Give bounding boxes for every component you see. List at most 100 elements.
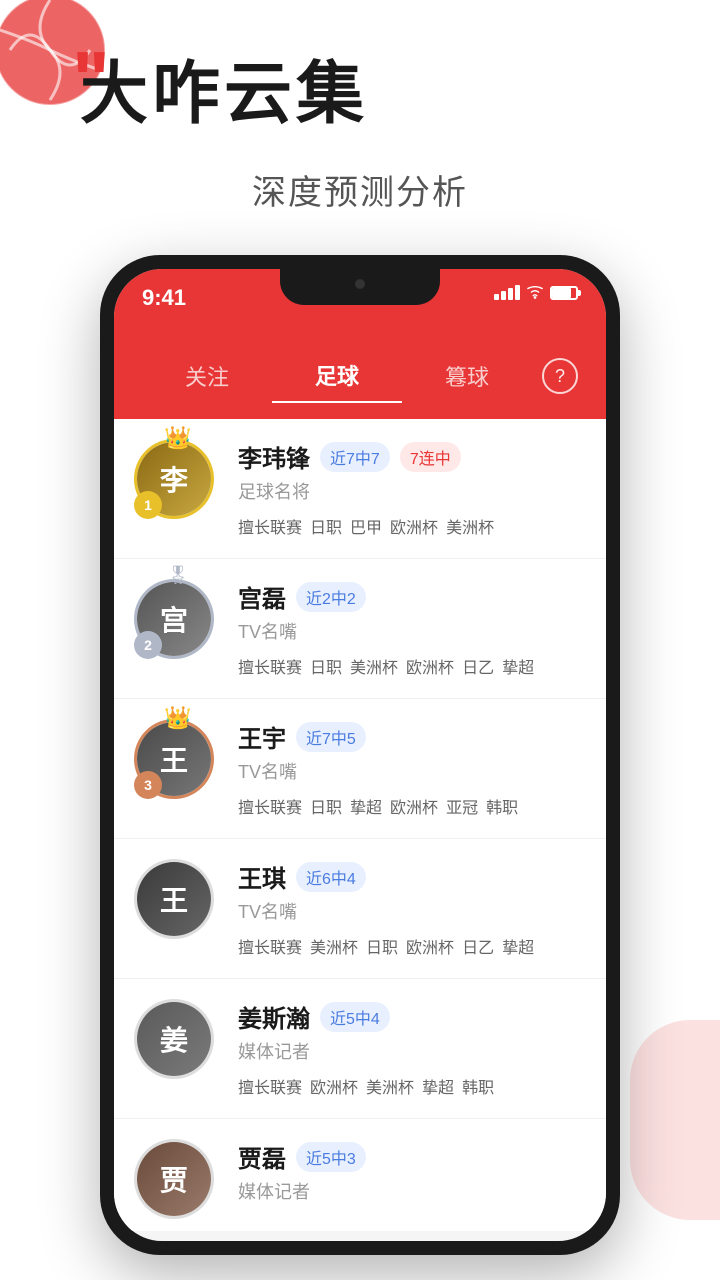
expert-tag: 7连中	[400, 442, 461, 472]
sport-tag: 美洲杯	[366, 1074, 414, 1098]
tab-follow[interactable]: 关注	[142, 350, 272, 402]
expert-info: 宫磊 近2中2 TV名嘴 擅长联赛日职美洲杯欧洲杯日乙挚超	[238, 579, 582, 678]
expert-card[interactable]: 🎖 宫 2 宫磊 近2中2 TV名嘴 擅长联赛日职美洲杯欧洲杯日乙挚超	[114, 559, 606, 699]
camera-dot	[355, 279, 365, 289]
expert-info: 王宇 近7中5 TV名嘴 擅长联赛日职挚超欧洲杯亚冠韩职	[238, 719, 582, 818]
expert-info: 王琪 近6中4 TV名嘴 擅长联赛美洲杯日职欧洲杯日乙挚超	[238, 859, 582, 958]
sport-tag: 欧洲杯	[406, 654, 454, 678]
avatar-initials: 贾	[137, 1142, 211, 1216]
sport-tag: 日乙	[462, 654, 494, 678]
expert-info: 李玮锋 近7中7 7连中 足球名将 擅长联赛日职巴甲欧洲杯美洲杯	[238, 439, 582, 538]
sport-tag: 日乙	[462, 934, 494, 958]
wifi-icon	[526, 286, 544, 300]
subtitle: 深度预测分析	[0, 165, 720, 214]
battery-icon	[550, 286, 578, 300]
sport-tag: 欧洲杯	[310, 1074, 358, 1098]
avatar-wrap: 🎖 宫 2	[134, 579, 222, 659]
avatar: 贾	[134, 1139, 214, 1219]
expert-tag: 近7中7	[320, 442, 390, 472]
phone-outer: 9:41	[100, 255, 620, 1255]
sport-tag: 挚超	[350, 794, 382, 818]
phone-mockup: 9:41	[100, 255, 620, 1255]
sport-tag: 美洲杯	[350, 654, 398, 678]
expert-title: 媒体记者	[238, 1038, 582, 1064]
bottom-decoration	[630, 1020, 720, 1220]
sport-tag: 挚超	[502, 654, 534, 678]
time-display: 9:41	[142, 283, 186, 311]
expert-card[interactable]: 姜 姜斯瀚 近5中4 媒体记者 擅长联赛欧洲杯美洲杯挚超韩职	[114, 979, 606, 1119]
avatar-image: 王	[137, 862, 211, 936]
expert-info: 贾磊 近5中3 媒体记者	[238, 1139, 582, 1214]
sport-tag: 巴甲	[350, 514, 382, 538]
sport-tag: 欧洲杯	[390, 514, 438, 538]
avatar-wrap: 👑 李 1	[134, 439, 222, 519]
crown-icon: 👑	[164, 425, 191, 451]
expert-tag: 近7中5	[296, 722, 366, 752]
expert-card[interactable]: 王 王琪 近6中4 TV名嘴 擅长联赛美洲杯日职欧洲杯日乙挚超	[114, 839, 606, 979]
sport-tag: 擅长联赛	[238, 654, 302, 678]
expert-title: TV名嘴	[238, 618, 582, 644]
tab-basketball[interactable]: 篹球	[402, 350, 532, 402]
sport-tag: 韩职	[486, 794, 518, 818]
headline-text: 大咋云集	[80, 56, 368, 132]
tab-football[interactable]: 足球	[272, 349, 402, 403]
sport-tag: 擅长联赛	[238, 1074, 302, 1098]
avatar-image: 姜	[137, 1002, 211, 1076]
sports-tags: 擅长联赛日职挚超欧洲杯亚冠韩职	[238, 794, 582, 818]
expert-title: 媒体记者	[238, 1178, 582, 1204]
avatar-image: 贾	[137, 1142, 211, 1216]
sports-tags: 擅长联赛美洲杯日职欧洲杯日乙挚超	[238, 934, 582, 958]
expert-card[interactable]: 👑 王 3 王宇 近7中5 TV名嘴 擅长联赛日职挚超欧洲杯亚冠韩职	[114, 699, 606, 839]
expert-name: 贾磊	[238, 1139, 286, 1174]
expert-tag: 近5中4	[320, 1002, 390, 1032]
nav-tabs: 关注 足球 篹球 ?	[114, 349, 606, 419]
help-button[interactable]: ?	[542, 358, 578, 394]
status-icons	[494, 283, 578, 300]
expert-tag: 近6中4	[296, 862, 366, 892]
rank-badge: 2	[134, 631, 162, 659]
expert-name-row: 宫磊 近2中2	[238, 579, 582, 614]
signal-icon	[494, 285, 520, 300]
expert-list: 👑 李 1 李玮锋 近7中77连中 足球名将 擅长联赛日职巴甲欧洲杯美洲杯 🎖	[114, 419, 606, 1231]
expert-title: TV名嘴	[238, 898, 582, 924]
sport-tag: 挚超	[502, 934, 534, 958]
expert-card[interactable]: 👑 李 1 李玮锋 近7中7 7连中 足球名将 擅长联赛日职巴甲欧洲杯美洲杯	[114, 419, 606, 559]
avatar-wrap: 👑 王 3	[134, 719, 222, 799]
sport-tag: 美洲杯	[446, 514, 494, 538]
sport-tag: 擅长联赛	[238, 934, 302, 958]
sport-tag: 美洲杯	[310, 934, 358, 958]
expert-tag: 近5中3	[296, 1142, 366, 1172]
sports-tags: 擅长联赛日职巴甲欧洲杯美洲杯	[238, 514, 582, 538]
sport-tag: 日职	[366, 934, 398, 958]
sport-tag: 欧洲杯	[390, 794, 438, 818]
expert-title: 足球名将	[238, 478, 582, 504]
sport-tag: 亚冠	[446, 794, 478, 818]
main-headline: 大咋云集	[80, 60, 368, 128]
status-bar: 9:41	[114, 269, 606, 349]
expert-name: 王宇	[238, 719, 286, 754]
avatar-wrap: 贾	[134, 1139, 222, 1219]
avatar-initials: 王	[137, 862, 211, 936]
expert-name-row: 贾磊 近5中3	[238, 1139, 582, 1174]
phone-inner: 9:41	[114, 269, 606, 1241]
expert-tag: 近2中2	[296, 582, 366, 612]
crown-icon: 🎖	[167, 565, 190, 586]
avatar-wrap: 王	[134, 859, 222, 939]
top-banner: " 大咋云集 深度预测分析	[0, 0, 720, 280]
avatar: 王	[134, 859, 214, 939]
expert-card[interactable]: 贾 贾磊 近5中3 媒体记者	[114, 1119, 606, 1231]
rank-badge: 1	[134, 491, 162, 519]
rank-badge: 3	[134, 771, 162, 799]
avatar-wrap: 姜	[134, 999, 222, 1079]
crown-icon: 👑	[164, 705, 191, 731]
sport-tag: 挚超	[422, 1074, 454, 1098]
expert-name-row: 王宇 近7中5	[238, 719, 582, 754]
sport-tag: 欧洲杯	[406, 934, 454, 958]
sport-tag: 擅长联赛	[238, 514, 302, 538]
expert-name: 李玮锋	[238, 439, 310, 474]
avatar-initials: 姜	[137, 1002, 211, 1076]
sports-tags: 擅长联赛欧洲杯美洲杯挚超韩职	[238, 1074, 582, 1098]
expert-name-row: 姜斯瀚 近5中4	[238, 999, 582, 1034]
avatar: 姜	[134, 999, 214, 1079]
sport-tag: 日职	[310, 654, 342, 678]
